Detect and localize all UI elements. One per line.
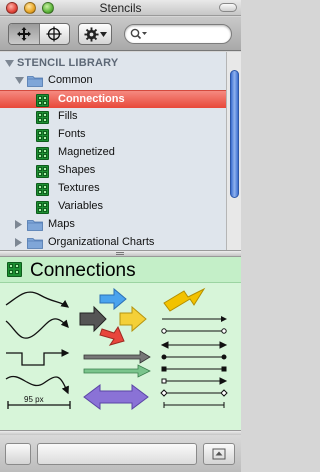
stencil-item-label: Magnetized [58, 146, 115, 158]
stencil-item-label: Textures [58, 182, 100, 194]
stencil-name-field[interactable] [37, 443, 197, 465]
split-view-divider[interactable] [0, 250, 241, 257]
folder-label: Maps [48, 218, 75, 230]
line-double-arrow-sample [160, 341, 228, 349]
line-circle-ends-sample [161, 328, 227, 334]
stencil-icon [36, 147, 49, 160]
library-header: STENCIL LIBRARY [17, 57, 119, 69]
stencil-item-magnetized[interactable]: Magnetized [0, 144, 226, 162]
stencil-item-textures[interactable]: Textures [0, 180, 226, 198]
stencil-item-variables[interactable]: Variables [0, 198, 226, 216]
stencil-icon [36, 183, 49, 196]
line-plain-ends-sample [163, 402, 225, 408]
move-tool-button[interactable] [9, 24, 39, 44]
stencil-library-list: STENCIL LIBRARY Common Connections Fills… [0, 52, 226, 250]
library-scrollbar[interactable] [226, 52, 241, 250]
disclosure-triangle-collapsed-icon[interactable] [15, 220, 23, 229]
stencil-item-connections[interactable]: Connections [0, 90, 226, 108]
stencil-icon [36, 201, 49, 214]
stencil-item-label: Fills [58, 110, 78, 122]
stencil-icon [36, 94, 49, 107]
folder-row-common[interactable]: Common [0, 72, 226, 90]
folder-icon [27, 220, 43, 231]
title-bar: Stencils [0, 0, 241, 16]
stencil-icon [7, 262, 22, 277]
line-square-ends-sample [161, 366, 227, 372]
stencil-options-button[interactable] [5, 443, 31, 465]
green-arrow-shape [83, 364, 151, 378]
chevron-down-icon [99, 31, 107, 37]
crosshair-tool-icon [46, 26, 62, 42]
stencil-item-label: Fonts [58, 128, 86, 140]
window-title: Stencils [99, 1, 142, 15]
stencil-item-label: Variables [58, 200, 104, 212]
search-field[interactable] [124, 24, 232, 44]
connector-samples [5, 291, 71, 409]
s-curve-connector-sample [5, 376, 69, 395]
dimension-label: 95 px [24, 395, 44, 404]
bottom-bar [0, 435, 241, 472]
action-menu-button[interactable] [78, 23, 112, 45]
stencil-preview-pane: Connections 95 px [0, 257, 241, 430]
folder-row-organizational-charts[interactable]: Organizational Charts [0, 234, 226, 250]
stencil-item-label: Shapes [58, 164, 96, 176]
line-diamond-ends-sample [160, 389, 228, 397]
folder-label: Organizational Charts [48, 236, 155, 248]
stencil-preview-canvas[interactable]: 95 px [0, 285, 241, 430]
stencil-item-label: Connections [58, 93, 125, 105]
folder-row-maps[interactable]: Maps [0, 216, 226, 234]
gear-icon [83, 26, 99, 42]
red-arrow-shape [99, 325, 125, 346]
divider-grip-icon [116, 252, 124, 255]
eject-button[interactable] [203, 443, 235, 465]
move-tool-icon [16, 27, 31, 41]
wave-connector-sample [5, 318, 69, 339]
curved-connector-sample [5, 291, 70, 308]
folder-icon [27, 76, 43, 87]
orthogonal-connector-sample [6, 349, 70, 366]
yellow-arrow-shape [119, 305, 147, 333]
disclosure-triangle-collapsed-icon[interactable] [15, 238, 23, 247]
stencil-item-fonts[interactable]: Fonts [0, 126, 226, 144]
hatched-arrow-shape [83, 350, 151, 364]
arrow-shape-samples [79, 287, 151, 410]
purple-double-arrow-shape [83, 384, 149, 410]
line-mixed-ends-sample [161, 377, 228, 385]
crosshair-tool-button[interactable] [38, 24, 70, 44]
search-input[interactable] [149, 27, 227, 41]
stencil-icon [36, 165, 49, 178]
disclosure-triangle-expanded-icon[interactable] [15, 77, 24, 85]
toolbar [0, 17, 241, 51]
preview-title: Connections [30, 260, 136, 281]
folder-icon [27, 238, 43, 249]
line-dot-ends-sample [161, 354, 227, 360]
stencil-icon [36, 111, 49, 124]
dark-arrow-shape [79, 305, 107, 333]
search-icon [130, 28, 147, 40]
eject-icon [212, 448, 226, 460]
lightning-bolt-shape [163, 287, 206, 312]
folder-label: Common [48, 74, 93, 86]
view-mode-segmented-control [8, 23, 70, 45]
disclosure-triangle-expanded-icon[interactable] [5, 60, 14, 68]
scrollbar-thumb[interactable] [230, 70, 239, 198]
line-style-samples [160, 287, 228, 408]
stencil-item-shapes[interactable]: Shapes [0, 162, 226, 180]
stencil-icon [36, 129, 49, 142]
stencil-item-fills[interactable]: Fills [0, 108, 226, 126]
toolbar-toggle-button[interactable] [219, 3, 237, 12]
blue-arrow-shape [99, 287, 127, 311]
